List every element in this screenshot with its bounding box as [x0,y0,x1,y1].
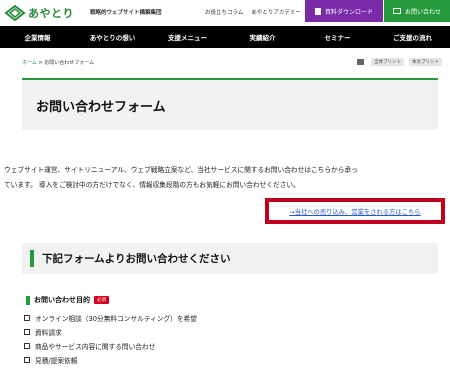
form-heading-box: 下記フォームよりお問い合わせください [22,243,438,274]
nav-item-company[interactable]: 企業情報 [0,26,75,48]
checkbox[interactable] [24,343,30,349]
logo-text: あやとり [28,7,74,20]
breadcrumb-current: お問い合わせフォーム [44,60,95,66]
checkbox[interactable] [24,329,30,335]
sales-inquiry-link[interactable]: →当社への売り込み、営業をされる方はこちら [289,207,420,216]
header-link-column[interactable]: お役立ちコラム [205,8,243,16]
option-label: 資料請求 [35,329,62,337]
print-all-button[interactable]: 全体プリント [371,58,404,66]
contact-label: お問い合わせ [404,8,441,16]
site-tagline: 戦略的ウェブサイト構築集団 [90,10,162,16]
breadcrumb-home[interactable]: ホーム [22,60,37,66]
mail-icon [392,8,401,14]
purpose-label: お問い合わせ目的 [34,296,90,304]
purpose-option-brochure[interactable]: 資料請求 [24,325,197,339]
nav-item-flow[interactable]: ご支援の流れ [375,26,450,48]
sales-link-highlight: →当社への売り込み、営業をされる方はこちら [265,198,445,224]
nav-item-seminar[interactable]: セミナー [300,26,375,48]
page-title-box: お問い合わせフォーム [22,78,438,130]
nav-item-cases[interactable]: 実績紹介 [225,26,300,48]
option-label: オンライン相談（30分無料コンサルティング）を希望 [35,315,197,323]
breadcrumb-separator: > [38,60,43,66]
site-header: あやとり 戦略的ウェブサイト構築集団 お役立ちコラム あやとりアカデミー 資料ダ… [0,0,450,26]
intro-line-1: ウェブサイト運営、サイトリニューアル、ウェブ戦略立案など、当社サービスに関するお… [4,166,358,174]
intro-text: ウェブサイト運営、サイトリニューアル、ウェブ戦略立案など、当社サービスに関するお… [4,163,446,193]
contact-button[interactable]: お問い合わせ [384,0,450,22]
heading-accent-bar [30,250,34,267]
nav-item-philosophy[interactable]: あやとりの想い [75,26,150,48]
purpose-field-label: お問い合わせ目的 必須 [26,295,109,305]
required-badge: 必須 [94,296,109,304]
document-icon [314,7,321,15]
breadcrumb: ホーム > お問い合わせフォーム [22,59,94,66]
nav-item-services[interactable]: 支援メニュー [150,26,225,48]
checkbox[interactable] [24,357,30,363]
purpose-option-estimate[interactable]: 見積/提案依頼 [24,353,197,367]
header-link-academy[interactable]: あやとりアカデミー [251,8,301,16]
print-tools: 全体プリント 本文プリント [357,58,442,66]
global-nav: 企業情報 あやとりの想い 支援メニュー 実績紹介 セミナー ご支援の流れ [0,26,450,48]
purpose-options: オンライン相談（30分無料コンサルティング）を希望 資料請求 商品やサービス内容… [24,311,197,367]
label-accent-mark [26,295,30,305]
print-body-button[interactable]: 本文プリント [409,58,442,66]
option-label: 見積/提案依頼 [35,357,78,365]
logo-mark-icon [4,4,26,22]
option-label: 商品やサービス内容に関する問い合わせ [35,343,156,351]
purpose-option-consult[interactable]: オンライン相談（30分無料コンサルティング）を希望 [24,311,197,325]
form-heading: 下記フォームよりお問い合わせください [42,253,231,265]
printer-icon [357,59,364,65]
site-logo[interactable]: あやとり [4,2,74,24]
purpose-option-service-inquiry[interactable]: 商品やサービス内容に関する問い合わせ [24,339,197,353]
checkbox[interactable] [24,315,30,321]
header-links: お役立ちコラム あやとりアカデミー [205,8,301,16]
download-button[interactable]: 資料ダウンロード [305,0,383,22]
intro-line-2: ています。 導入をご検討中の方だけでなく、情報収集段階の方もお気軽にお問い合わせ… [4,181,300,189]
download-label: 資料ダウンロード [324,8,373,16]
page-title: お問い合わせフォーム [36,100,166,115]
